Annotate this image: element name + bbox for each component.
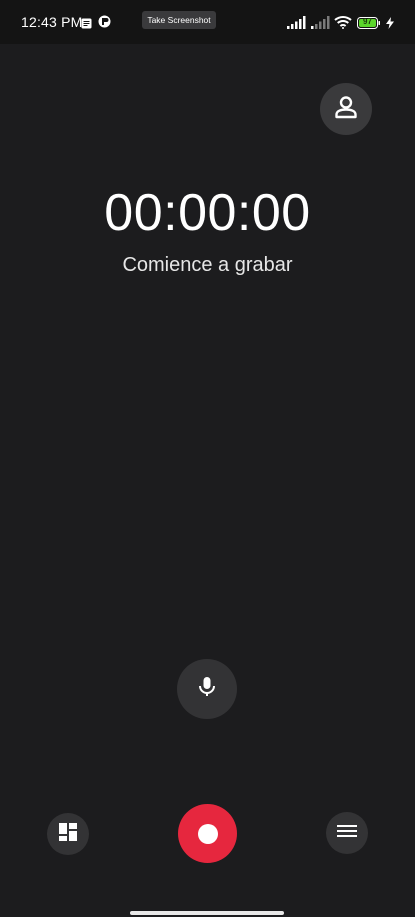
notes-icon [81, 16, 92, 34]
menu-icon [336, 823, 358, 844]
account-button[interactable] [320, 83, 372, 135]
recorder-screen: 12:43 PM Take Screenshot 97 00:00:00 Com… [0, 0, 415, 917]
signal-icon [287, 16, 306, 34]
person-icon [332, 93, 360, 126]
battery-level: 97 [363, 17, 372, 26]
status-bar: 12:43 PM Take Screenshot 97 [0, 0, 415, 44]
record-hint: Comience a grabar [122, 254, 293, 276]
recordings-button[interactable] [47, 813, 89, 855]
microphone-button[interactable] [177, 659, 237, 719]
home-indicator[interactable] [130, 911, 284, 915]
battery-icon: 97 [357, 16, 381, 29]
grid-icon [58, 822, 78, 847]
record-button[interactable] [178, 804, 237, 863]
status-time: 12:43 PM [21, 14, 83, 30]
record-dot-icon [197, 823, 218, 844]
wifi-icon [334, 15, 352, 34]
charging-icon [386, 16, 394, 34]
signal-weak-icon [311, 16, 330, 34]
microphone-icon [196, 675, 218, 704]
menu-button[interactable] [326, 812, 368, 854]
elapsed-timer: 00:00:00 [104, 184, 311, 242]
take-screenshot-chip[interactable]: Take Screenshot [142, 11, 216, 29]
app-notification-icon [98, 15, 111, 33]
